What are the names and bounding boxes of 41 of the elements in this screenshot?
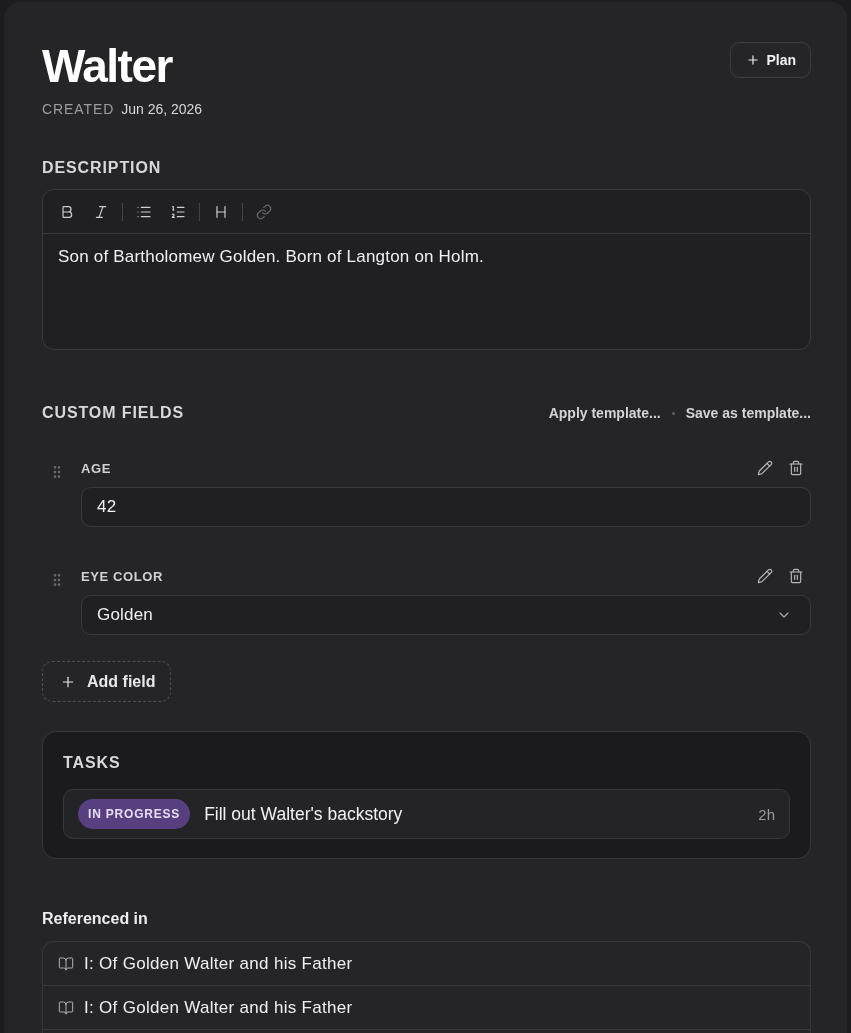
link-icon xyxy=(256,203,272,220)
section-heading: Referenced in xyxy=(42,909,148,929)
task-time: 2h xyxy=(758,805,775,823)
section-heading: TASKS xyxy=(63,753,121,773)
description-text[interactable]: Son of Bartholomew Golden. Born of Langton on Holm. xyxy=(43,234,810,349)
bold-icon xyxy=(59,203,75,220)
reference-item[interactable]: I: Of Golden Walter and his Father xyxy=(43,986,810,1030)
italic-icon xyxy=(93,203,109,220)
numbered-list-icon xyxy=(170,203,186,220)
template-link[interactable]: Apply template... xyxy=(548,403,661,423)
reference-title: I: Of Golden Walter and his Father xyxy=(84,953,353,974)
reference-item[interactable]: I: Of Golden Walter and his Father xyxy=(43,942,810,986)
select-field[interactable]: Golden xyxy=(81,595,811,635)
dot-separator-icon xyxy=(671,411,675,415)
plan-button[interactable]: Plan xyxy=(730,42,811,78)
field-label: AGE xyxy=(81,460,111,476)
pencil-icon xyxy=(757,460,773,476)
section-heading: CUSTOM FIELDS xyxy=(42,403,185,423)
created-label: CREATED xyxy=(42,100,115,119)
delete-button[interactable] xyxy=(788,460,804,476)
task-row[interactable]: IN PROGRESS Fill out Walter's backstory 2h xyxy=(63,789,790,839)
pencil-icon xyxy=(757,568,773,584)
heading-icon xyxy=(213,203,229,220)
template-link[interactable]: Save as template... xyxy=(685,403,811,423)
book-icon xyxy=(58,955,74,972)
trash-icon xyxy=(788,460,804,476)
page-title: Walter xyxy=(42,40,172,92)
section-heading: DESCRIPTION xyxy=(42,158,162,178)
book-icon xyxy=(58,999,74,1016)
delete-button[interactable] xyxy=(788,568,804,584)
field-label: EYE COLOR xyxy=(81,568,163,584)
edit-button[interactable] xyxy=(757,568,773,584)
reference-title: I: Of Golden Walter and his Father xyxy=(84,997,353,1018)
plus-icon xyxy=(746,53,761,67)
trash-icon xyxy=(788,568,804,584)
input-field[interactable]: 42 xyxy=(81,487,811,527)
task-title: Fill out Walter's backstory xyxy=(204,803,403,825)
add-field-button[interactable]: Add field xyxy=(42,661,172,702)
created-date: Jun 26, 2026 xyxy=(121,100,203,119)
status-badge: IN PROGRESS xyxy=(78,799,191,829)
edit-button[interactable] xyxy=(757,460,773,476)
